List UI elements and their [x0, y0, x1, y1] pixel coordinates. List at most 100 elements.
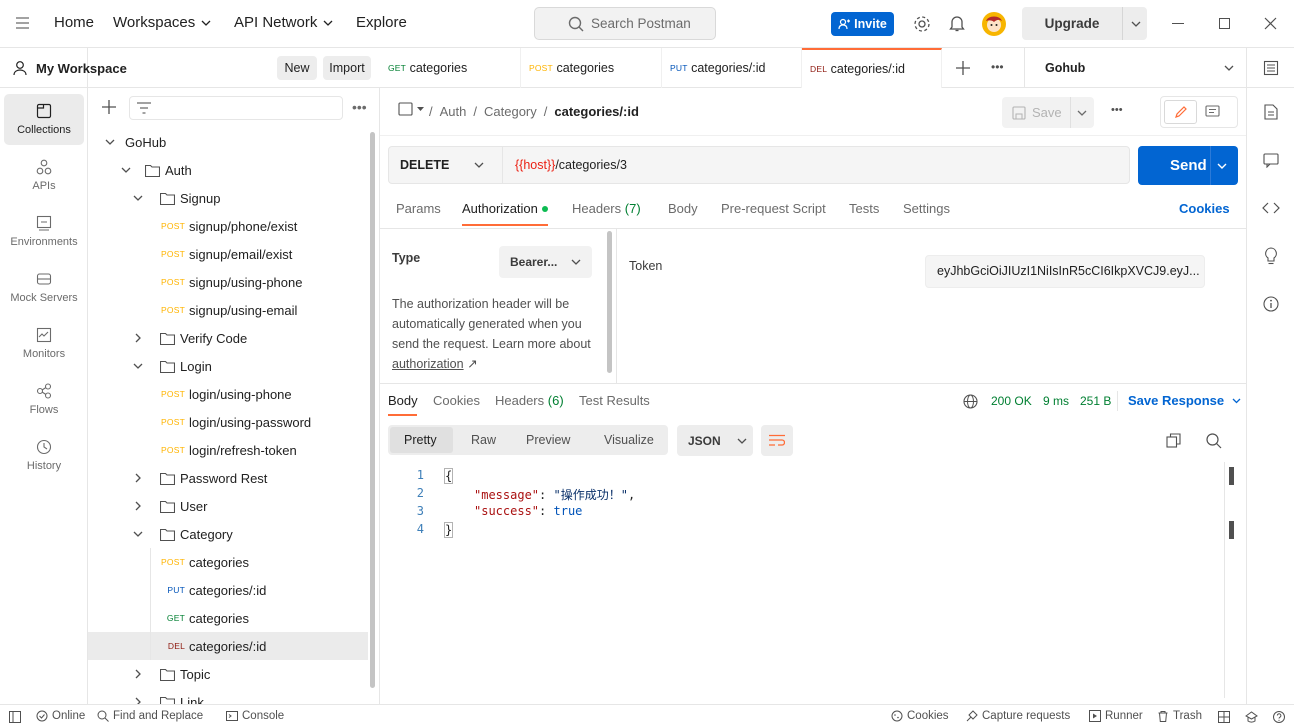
- leftbar-flows[interactable]: Flows: [4, 374, 84, 425]
- chevron-right-icon[interactable]: [133, 473, 143, 483]
- tree-request-item[interactable]: signup/phone/exist POST: [88, 212, 368, 240]
- comments-icon[interactable]: [1263, 153, 1279, 168]
- tree-request-item[interactable]: signup/using-email POST: [88, 296, 368, 324]
- chevron-right-icon[interactable]: [133, 501, 143, 511]
- add-icon[interactable]: [102, 100, 116, 114]
- tab-body[interactable]: Body: [668, 201, 698, 216]
- tab-tests[interactable]: Tests: [849, 201, 879, 216]
- chevron-down-icon[interactable]: [105, 137, 115, 147]
- wrap-lines-button[interactable]: [761, 425, 793, 456]
- nav-explore[interactable]: Explore: [356, 14, 407, 31]
- format-select[interactable]: JSON: [677, 425, 753, 456]
- tree-request-item[interactable]: categories GET: [88, 604, 368, 632]
- capture-requests-button[interactable]: Capture requests: [966, 710, 1070, 722]
- workspace-name[interactable]: My Workspace: [36, 61, 127, 76]
- response-size[interactable]: 251 B: [1080, 394, 1111, 408]
- tree-request-item[interactable]: categories/:id PUT: [88, 576, 368, 604]
- tab-headers[interactable]: Headers (7): [572, 201, 641, 216]
- tab-pre-request-script[interactable]: Pre-request Script: [721, 201, 826, 216]
- breadcrumb-auth[interactable]: Auth: [440, 104, 467, 119]
- info-icon[interactable]: [1263, 296, 1279, 312]
- environment-selector[interactable]: Gohub: [1024, 48, 1246, 88]
- upgrade-button[interactable]: Upgrade: [1022, 7, 1147, 40]
- leftbar-monitors[interactable]: Monitors: [4, 318, 84, 369]
- tree-collection-item[interactable]: GoHub: [88, 128, 368, 156]
- import-button[interactable]: Import: [323, 56, 371, 80]
- leftbar-apis[interactable]: APIs: [4, 150, 84, 201]
- save-response-button[interactable]: Save Response: [1128, 393, 1241, 408]
- tree-folder-item[interactable]: Category: [88, 520, 368, 548]
- tab-params[interactable]: Params: [396, 201, 441, 216]
- tree-folder-item[interactable]: Topic: [88, 660, 368, 688]
- tab-authorization[interactable]: Authorization: [462, 201, 538, 216]
- settings-icon[interactable]: [913, 15, 931, 33]
- nav-workspaces[interactable]: Workspaces: [113, 14, 211, 31]
- tab-settings[interactable]: Settings: [903, 201, 950, 216]
- chevron-down-icon[interactable]: [133, 361, 143, 371]
- invite-button[interactable]: Invite: [831, 12, 894, 36]
- tree-request-item[interactable]: categories/:id DEL: [88, 632, 368, 660]
- nav-home[interactable]: Home: [54, 14, 94, 31]
- copy-icon[interactable]: [1166, 433, 1181, 448]
- chevron-right-icon[interactable]: [133, 333, 143, 343]
- chevron-down-icon[interactable]: [133, 529, 143, 539]
- view-raw[interactable]: Raw: [471, 433, 496, 447]
- globe-icon[interactable]: [963, 394, 978, 409]
- edit-view-button[interactable]: [1164, 100, 1197, 124]
- view-visualize[interactable]: Visualize: [604, 433, 654, 447]
- maximize-icon[interactable]: [1219, 18, 1230, 29]
- response-tab-cookies[interactable]: Cookies: [433, 393, 480, 408]
- bootcamp-icon[interactable]: [1245, 711, 1258, 723]
- sidebar-scrollbar[interactable]: [370, 132, 375, 688]
- leftbar-environments[interactable]: Environments: [4, 206, 84, 257]
- tab-post-categories[interactable]: POST categories: [521, 48, 662, 88]
- nav-api-network[interactable]: API Network: [234, 14, 333, 31]
- chevron-down-icon[interactable]: [133, 193, 143, 203]
- breadcrumb-category[interactable]: Category: [484, 104, 537, 119]
- tree-request-item[interactable]: login/using-password POST: [88, 408, 368, 436]
- avatar[interactable]: [982, 12, 1006, 36]
- console-button[interactable]: Console: [226, 710, 284, 722]
- tab-options-icon[interactable]: •••: [991, 60, 1004, 74]
- method-select[interactable]: DELETE: [389, 147, 503, 183]
- tree-folder-item[interactable]: User: [88, 492, 368, 520]
- comments-icon[interactable]: [1205, 105, 1220, 119]
- tree-folder-item[interactable]: Auth: [88, 156, 368, 184]
- view-preview[interactable]: Preview: [526, 433, 570, 447]
- find-replace-button[interactable]: Find and Replace: [97, 710, 203, 722]
- search-input[interactable]: Search Postman: [534, 7, 716, 40]
- view-pretty[interactable]: Pretty: [404, 433, 437, 447]
- trash-button[interactable]: Trash: [1157, 710, 1202, 722]
- menu-icon[interactable]: [16, 17, 29, 29]
- tab-get-categories[interactable]: GET categories: [380, 48, 521, 88]
- tree-request-item[interactable]: categories POST: [88, 548, 368, 576]
- tree-request-item[interactable]: login/using-phone POST: [88, 380, 368, 408]
- cookies-button[interactable]: Cookies: [891, 710, 949, 722]
- new-button[interactable]: New: [277, 56, 317, 80]
- response-tab-test-results[interactable]: Test Results: [579, 393, 650, 408]
- minimize-icon[interactable]: [1172, 23, 1184, 24]
- response-time[interactable]: 9 ms: [1043, 394, 1069, 408]
- close-icon[interactable]: [1264, 17, 1277, 30]
- new-tab-icon[interactable]: [956, 61, 970, 75]
- tree-folder-item[interactable]: Login: [88, 352, 368, 380]
- send-button[interactable]: Send: [1138, 146, 1238, 185]
- chevron-down-icon[interactable]: [121, 165, 131, 175]
- lightbulb-icon[interactable]: [1263, 247, 1279, 265]
- help-icon[interactable]: [1273, 711, 1285, 723]
- auth-scrollbar[interactable]: [607, 231, 612, 373]
- tab-del-categories-id[interactable]: DEL categories/:id: [802, 48, 942, 88]
- save-button[interactable]: Save: [1002, 97, 1094, 128]
- tree-request-item[interactable]: signup/email/exist POST: [88, 240, 368, 268]
- filter-input[interactable]: [129, 96, 343, 120]
- leftbar-collections[interactable]: Collections: [4, 94, 84, 145]
- cookies-link[interactable]: Cookies: [1179, 201, 1230, 216]
- authorization-link[interactable]: authorization: [392, 357, 464, 371]
- documentation-icon[interactable]: [1264, 104, 1278, 120]
- tree-folder-item[interactable]: Password Rest: [88, 464, 368, 492]
- chevron-right-icon[interactable]: [133, 669, 143, 679]
- tree-folder-item[interactable]: Link: [88, 688, 368, 704]
- tab-put-categories-id[interactable]: PUT categories/:id: [662, 48, 802, 88]
- response-tab-headers[interactable]: Headers (6): [495, 393, 564, 408]
- response-status[interactable]: 200 OK: [991, 394, 1032, 408]
